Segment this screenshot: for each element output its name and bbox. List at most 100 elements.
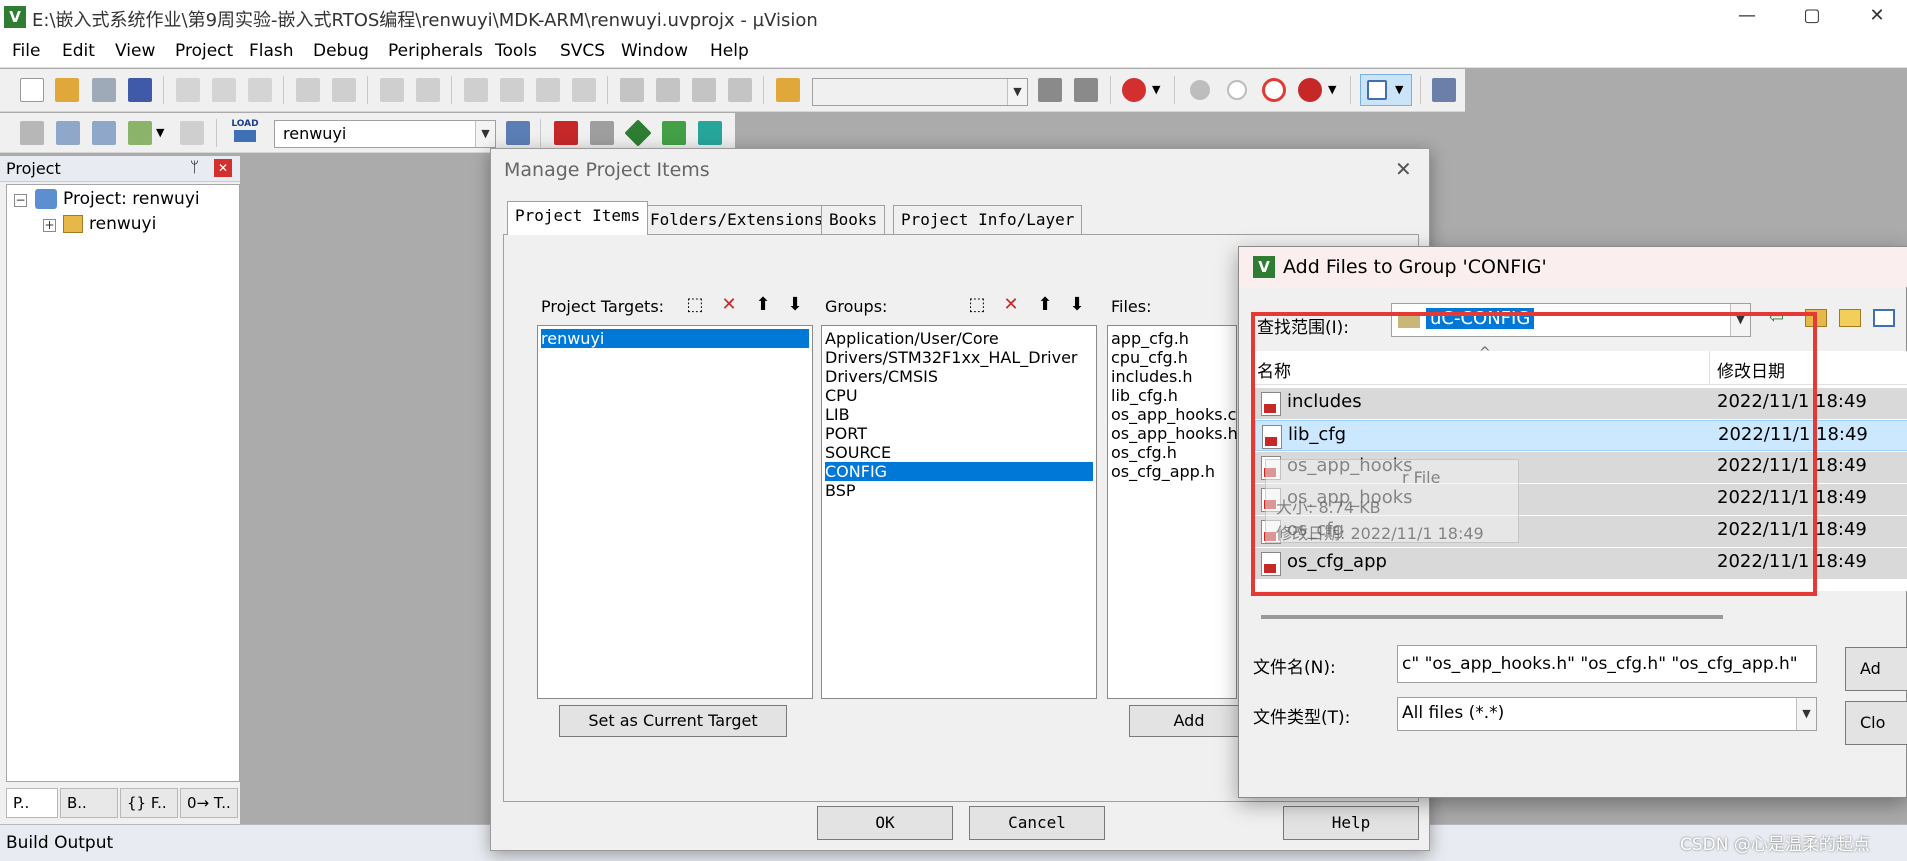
minimize-button[interactable]: — <box>1717 0 1777 34</box>
pin-icon[interactable]: ᛘ <box>190 158 199 176</box>
delete-group-icon[interactable]: ✕ <box>999 294 1023 318</box>
view-menu-icon[interactable] <box>1873 309 1895 327</box>
tab-functions[interactable]: {} F.. <box>120 788 178 818</box>
chevron-down-icon[interactable]: ▼ <box>1152 83 1160 96</box>
group-item[interactable]: SOURCE <box>825 443 891 462</box>
menu-debug[interactable]: Debug <box>313 41 369 61</box>
file-item[interactable]: os_app_hooks.h <box>1111 424 1238 443</box>
new-folder-icon[interactable] <box>1839 309 1861 327</box>
group-item[interactable]: Drivers/STM32F1xx_HAL_Driver <box>825 348 1078 367</box>
bookmark-prev-icon[interactable] <box>500 78 524 102</box>
menu-window[interactable]: Window <box>621 41 688 61</box>
group-item[interactable]: LIB <box>825 405 850 424</box>
find-in-files-icon[interactable] <box>776 78 800 102</box>
breakpoint-kill-icon[interactable] <box>1298 78 1322 102</box>
chevron-down-icon[interactable]: ▼ <box>475 121 495 147</box>
group-item[interactable]: PORT <box>825 424 867 443</box>
target-options-icon[interactable] <box>506 121 530 145</box>
delete-icon[interactable]: ✕ <box>717 294 741 318</box>
navigate-forward-icon[interactable] <box>416 78 440 102</box>
new-item-icon[interactable]: ⬚ <box>683 294 707 318</box>
help-button[interactable]: Help <box>1283 806 1419 840</box>
open-folder-icon[interactable] <box>55 78 79 102</box>
tab-books[interactable]: B.. <box>60 788 118 818</box>
move-up-icon[interactable]: ⬆ <box>1033 294 1057 318</box>
bookmark-next-icon[interactable] <box>536 78 560 102</box>
save-icon[interactable] <box>92 78 116 102</box>
find-combo[interactable]: ▼ <box>812 78 1028 106</box>
stop-build-icon[interactable] <box>180 121 204 145</box>
file-item[interactable]: os_cfg_app.h <box>1111 462 1215 481</box>
cut-icon[interactable] <box>176 78 200 102</box>
file-item[interactable]: includes.h <box>1111 367 1193 386</box>
targets-list[interactable]: renwuyi <box>537 325 813 699</box>
menu-peripherals[interactable]: Peripherals <box>388 41 483 61</box>
chevron-down-icon[interactable]: ▼ <box>1007 79 1027 105</box>
group-item[interactable]: Application/User/Core <box>825 329 999 348</box>
breakpoint-insert-icon[interactable] <box>1190 80 1210 100</box>
menu-view[interactable]: View <box>115 41 155 61</box>
tree-item-target[interactable]: renwuyi <box>89 214 156 234</box>
load-icon[interactable]: LOAD <box>230 119 260 147</box>
file-item[interactable]: lib_cfg.h <box>1111 386 1178 405</box>
bookmark-icon[interactable] <box>464 78 488 102</box>
tab-project[interactable]: P.. <box>6 788 58 818</box>
chevron-down-icon[interactable]: ▼ <box>1328 83 1336 96</box>
file-item[interactable]: app_cfg.h <box>1111 329 1189 348</box>
manage-project-items-icon[interactable] <box>554 121 578 145</box>
cancel-button[interactable]: Cancel <box>969 806 1105 840</box>
close-pane-icon[interactable]: ✕ <box>214 159 232 177</box>
breakpoint-disable-icon[interactable] <box>1262 78 1286 102</box>
rebuild-icon[interactable] <box>92 121 116 145</box>
close-icon[interactable]: ✕ <box>1395 157 1412 181</box>
uncomment-icon[interactable] <box>728 78 752 102</box>
menu-help[interactable]: Help <box>710 41 749 61</box>
find-icon[interactable] <box>1038 78 1062 102</box>
move-down-icon[interactable]: ⬇ <box>783 294 807 318</box>
close-button[interactable]: Clo <box>1845 701 1907 745</box>
new-file-icon[interactable] <box>20 78 44 102</box>
debug-session-icon[interactable] <box>1122 78 1146 102</box>
build-icon[interactable] <box>56 121 80 145</box>
select-packs-icon[interactable] <box>590 121 614 145</box>
close-window-button[interactable]: ✕ <box>1847 0 1907 34</box>
incremental-find-icon[interactable] <box>1074 78 1098 102</box>
menu-tools[interactable]: Tools <box>495 41 537 61</box>
ok-button[interactable]: OK <box>817 806 953 840</box>
menu-file[interactable]: File <box>12 41 40 61</box>
menu-project[interactable]: Project <box>175 41 233 61</box>
file-item[interactable]: os_app_hooks.c <box>1111 405 1236 424</box>
files-list[interactable]: app_cfg.h cpu_cfg.h includes.h lib_cfg.h… <box>1107 325 1238 699</box>
file-item[interactable]: os_cfg.h <box>1111 443 1177 462</box>
navigate-back-icon[interactable] <box>380 78 404 102</box>
tab-templates[interactable]: 0→ T.. <box>180 788 238 818</box>
target-select[interactable]: renwuyi ▼ <box>274 120 496 148</box>
target-item[interactable]: renwuyi <box>541 329 809 348</box>
batch-build-icon[interactable] <box>128 121 152 145</box>
window-layout-button[interactable]: ▼ <box>1360 74 1412 106</box>
menu-edit[interactable]: Edit <box>62 41 95 61</box>
breakpoint-enable-icon[interactable] <box>1227 80 1247 100</box>
indent-icon[interactable] <box>620 78 644 102</box>
groups-list[interactable]: Application/User/Core Drivers/STM32F1xx_… <box>821 325 1097 699</box>
maximize-button[interactable]: ▢ <box>1782 0 1842 34</box>
paste-icon[interactable] <box>248 78 272 102</box>
tab-books[interactable]: Books <box>821 205 886 235</box>
group-item[interactable]: BSP <box>825 481 856 500</box>
translate-icon[interactable] <box>20 121 44 145</box>
pack-installer-icon[interactable] <box>662 121 686 145</box>
redo-icon[interactable] <box>332 78 356 102</box>
tab-project-items[interactable]: Project Items <box>507 201 649 235</box>
add-files-button[interactable]: Add <box>1129 705 1249 737</box>
add-button[interactable]: Ad <box>1845 647 1907 691</box>
event-recorder-icon[interactable] <box>698 121 722 145</box>
copy-icon[interactable] <box>212 78 236 102</box>
collapse-icon[interactable]: − <box>14 194 27 207</box>
expand-icon[interactable]: + <box>43 219 56 232</box>
tab-folders-extensions[interactable]: Folders/Extensions <box>642 205 832 235</box>
move-down-icon[interactable]: ⬇ <box>1065 294 1089 318</box>
bookmark-clear-icon[interactable] <box>572 78 596 102</box>
filename-input[interactable]: c" "os_app_hooks.h" "os_cfg.h" "os_cfg_a… <box>1397 645 1817 683</box>
menu-flash[interactable]: Flash <box>249 41 294 61</box>
set-current-target-button[interactable]: Set as Current Target <box>559 705 787 737</box>
